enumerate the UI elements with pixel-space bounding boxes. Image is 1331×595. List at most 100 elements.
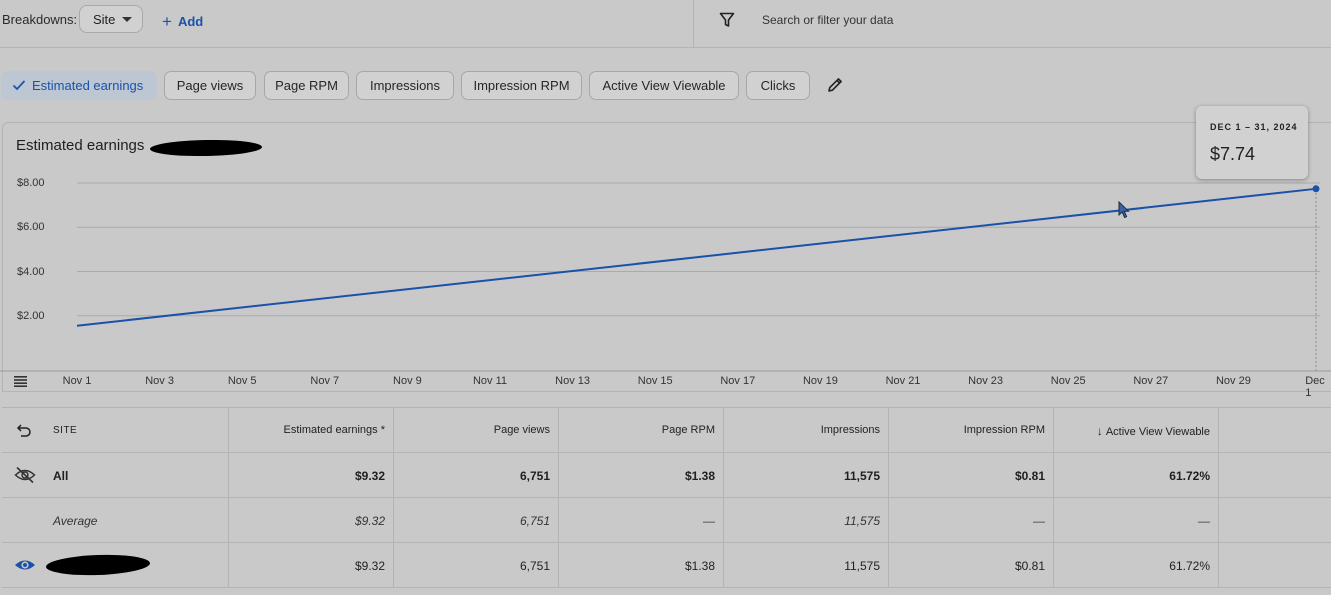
y-tick-label: $2.00 xyxy=(17,309,45,322)
x-tick-label: Nov 15 xyxy=(637,375,673,387)
cell-active-view-viewable: 61.72% xyxy=(1054,453,1219,497)
header-label: Page views xyxy=(493,424,550,436)
row-site-cell xyxy=(2,543,229,587)
tooltip-date: DEC 1 – 31, 2024 xyxy=(1210,122,1298,132)
row-label: All xyxy=(53,469,69,483)
series-line xyxy=(76,187,1317,327)
x-tick-label: Nov 7 xyxy=(310,375,340,387)
filter-icon[interactable] xyxy=(719,12,735,28)
y-tick-label: $4.00 xyxy=(17,265,45,278)
chip-clicks[interactable]: Clicks xyxy=(746,71,810,100)
header-label: Page RPM xyxy=(661,424,715,436)
header-impressions[interactable]: Impressions xyxy=(724,408,889,452)
cell-impressions: 11,575 xyxy=(724,453,889,497)
top-toolbar: Breakdowns: Site + Add xyxy=(0,0,1331,48)
chart-series xyxy=(76,185,1320,327)
eye-off-icon[interactable] xyxy=(14,466,36,484)
add-breakdown-button[interactable]: + Add xyxy=(162,11,203,31)
cell-page-rpm: — xyxy=(559,498,724,542)
cell-impressions: 11,575 xyxy=(724,543,889,587)
cell-estimated-earnings: $9.32 xyxy=(229,543,394,587)
plus-icon: + xyxy=(162,12,172,31)
chip-estimated-earnings[interactable]: Estimated earnings xyxy=(1,71,157,100)
breakdowns-label: Breakdowns: xyxy=(2,12,78,27)
mouse-cursor-icon xyxy=(1118,201,1130,219)
cell-impression-rpm: — xyxy=(889,498,1054,542)
cell-estimated-earnings: $9.32 xyxy=(229,498,394,542)
x-tick-label: Nov 17 xyxy=(720,375,756,387)
row-site-cell: All xyxy=(2,453,229,497)
chip-label: Impression RPM xyxy=(473,78,570,93)
cell-impression-rpm: $0.81 xyxy=(889,453,1054,497)
data-table: SITE Estimated earnings * Page views Pag… xyxy=(2,407,1331,595)
table-row: Average $9.32 6,751 — 11,575 — — xyxy=(2,498,1331,543)
chevron-down-icon xyxy=(122,17,132,22)
chip-label: Active View Viewable xyxy=(602,78,726,93)
cell-page-views: 6,751 xyxy=(394,498,559,542)
check-icon xyxy=(12,80,26,91)
header-label: Impressions xyxy=(820,424,880,436)
redacted-site-name xyxy=(45,553,151,577)
x-tick-label: Nov 21 xyxy=(885,375,921,387)
table-header-row: SITE Estimated earnings * Page views Pag… xyxy=(2,408,1331,453)
header-impression-rpm[interactable]: Impression RPM xyxy=(889,408,1054,452)
header-site-label: SITE xyxy=(53,425,78,436)
header-active-view-viewable[interactable]: ↓ Active View Viewable xyxy=(1054,408,1219,452)
cell-page-views: 6,751 xyxy=(394,543,559,587)
x-tick-label: Nov 11 xyxy=(472,375,508,387)
breakdown-site-select[interactable]: Site xyxy=(79,5,143,33)
menu-icon[interactable] xyxy=(14,376,27,387)
x-tick-label: Nov 13 xyxy=(555,375,591,387)
table-row: All $9.32 6,751 $1.38 11,575 $0.81 61.72… xyxy=(2,453,1331,498)
chip-label: Estimated earnings xyxy=(32,78,144,93)
chip-impression-rpm[interactable]: Impression RPM xyxy=(461,71,582,100)
x-tick-label: Nov 3 xyxy=(145,375,174,387)
pencil-icon[interactable] xyxy=(826,76,844,94)
header-page-views[interactable]: Page views xyxy=(394,408,559,452)
chip-page-views[interactable]: Page views xyxy=(164,71,256,100)
y-tick-label: $6.00 xyxy=(17,221,45,234)
header-page-rpm[interactable]: Page RPM xyxy=(559,408,724,452)
y-tick-label: $8.00 xyxy=(17,177,45,190)
header-site[interactable]: SITE xyxy=(2,408,229,452)
chart-tooltip: DEC 1 – 31, 2024 $7.74 xyxy=(1196,106,1308,179)
chip-label: Impressions xyxy=(369,78,441,93)
chip-label: Page views xyxy=(176,78,244,93)
cell-active-view-viewable: — xyxy=(1054,498,1219,542)
header-label: Active View Viewable xyxy=(1105,426,1210,438)
series-point xyxy=(1312,185,1320,193)
header-label: Estimated earnings * xyxy=(283,424,386,436)
chip-label: Clicks xyxy=(760,78,796,93)
chip-impressions[interactable]: Impressions xyxy=(356,71,454,100)
x-tick-label: Nov 9 xyxy=(393,375,422,387)
cell-page-rpm: $1.38 xyxy=(559,543,724,587)
x-tick-label: Nov 5 xyxy=(227,375,257,387)
x-tick-label: Nov 1 xyxy=(62,375,92,387)
chart-gridlines xyxy=(77,182,1320,317)
cell-impressions: 11,575 xyxy=(724,498,889,542)
undo-icon[interactable] xyxy=(16,422,32,438)
chip-label: Page RPM xyxy=(275,78,338,93)
cell-estimated-earnings: $9.32 xyxy=(229,453,394,497)
chip-page-rpm[interactable]: Page RPM xyxy=(264,71,349,100)
header-estimated-earnings[interactable]: Estimated earnings * xyxy=(229,408,394,452)
add-breakdown-label: Add xyxy=(177,14,204,29)
x-tick-label: Nov 27 xyxy=(1133,375,1169,387)
cell-active-view-viewable: 61.72% xyxy=(1054,543,1219,587)
cell-page-views: 6,751 xyxy=(394,453,559,497)
eye-icon[interactable] xyxy=(14,557,36,573)
header-label: Impression RPM xyxy=(963,424,1045,436)
row-site-cell: Average xyxy=(2,498,229,542)
chip-active-view-viewable[interactable]: Active View Viewable xyxy=(589,71,739,100)
tooltip-value: $7.74 xyxy=(1210,144,1256,164)
site-select-value: Site xyxy=(93,12,116,27)
search-input[interactable] xyxy=(762,10,1302,30)
table-row: $9.32 6,751 $1.38 11,575 $0.81 61.72% xyxy=(2,543,1331,588)
x-tick-label: Nov 19 xyxy=(802,375,838,387)
chart-title: Estimated earnings xyxy=(16,137,145,154)
x-tick-label: Nov 25 xyxy=(1050,375,1086,387)
sort-arrow-down-icon: ↓ xyxy=(1096,424,1103,438)
cell-page-rpm: $1.38 xyxy=(559,453,724,497)
row-label: Average xyxy=(53,514,98,528)
x-tick-label: Nov 23 xyxy=(968,375,1004,387)
